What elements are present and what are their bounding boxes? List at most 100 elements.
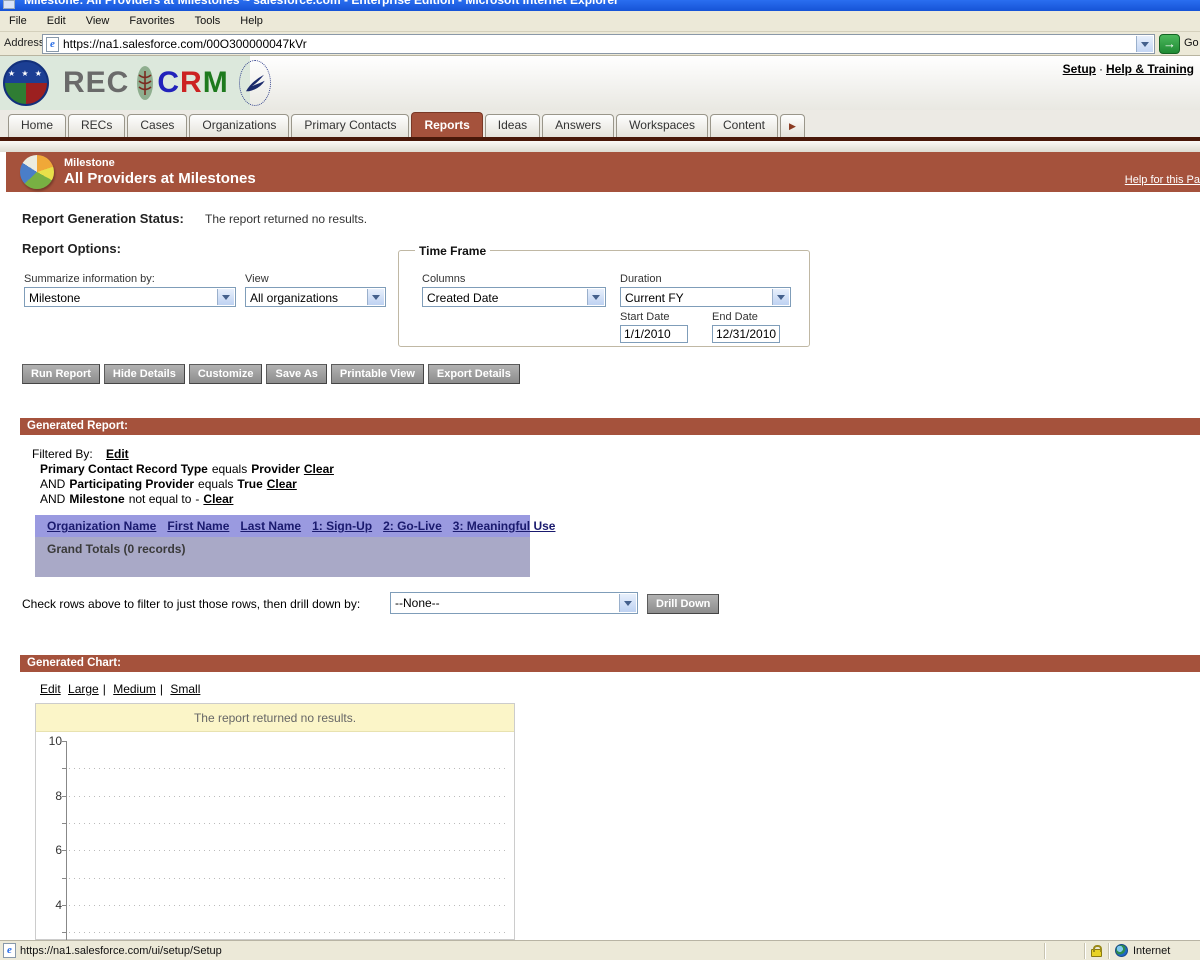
menu-file[interactable]: File <box>0 11 37 31</box>
hide-details-button[interactable]: Hide Details <box>103 364 185 384</box>
address-bar: Address e https://na1.salesforce.com/00O… <box>0 32 1200 56</box>
end-date-field[interactable] <box>712 325 780 343</box>
duration-select[interactable]: Current FY <box>620 287 791 307</box>
tab-home[interactable]: Home <box>8 114 67 137</box>
filter-operator: equals <box>198 477 234 491</box>
report-table-body: Grand Totals (0 records) <box>35 537 530 577</box>
column-organization-name[interactable]: Organization Name <box>47 519 156 533</box>
chart-gridline <box>69 905 509 906</box>
menu-view[interactable]: View <box>76 11 120 31</box>
clear-filter-link[interactable]: Clear <box>267 477 297 491</box>
address-input[interactable]: e https://na1.salesforce.com/00O30000004… <box>42 34 1155 54</box>
window-title: Milestone: All Providers at Milestones ~… <box>24 0 619 7</box>
time-frame-legend: Time Frame <box>415 244 491 258</box>
column-sign-up[interactable]: 1: Sign-Up <box>312 519 372 533</box>
tab-organizations[interactable]: Organizations <box>189 114 290 137</box>
y-tick <box>62 741 66 742</box>
seal-stars: ★ ★ ★ <box>8 69 44 78</box>
report-actions: Run Report Hide Details Customize Save A… <box>22 364 524 384</box>
tab-reports[interactable]: Reports <box>411 112 483 137</box>
help-training-link[interactable]: Help & Training <box>1106 62 1194 76</box>
help-for-page-link[interactable]: Help for this Pa <box>1125 174 1200 186</box>
address-label: Address <box>4 37 45 49</box>
column-last-name[interactable]: Last Name <box>240 519 301 533</box>
view-select[interactable]: All organizations <box>245 287 386 307</box>
y-axis-label-10: 10 <box>48 734 62 748</box>
columns-select[interactable]: Created Date <box>422 287 606 307</box>
filter-value: Provider <box>251 462 300 476</box>
menu-help[interactable]: Help <box>230 11 273 31</box>
start-date-label: Start Date <box>620 311 670 323</box>
tab-primary-contacts[interactable]: Primary Contacts <box>291 114 410 137</box>
chart-small-link[interactable]: Small <box>170 682 200 696</box>
filter-row: Primary Contact Record Type equals Provide… <box>40 462 334 476</box>
drill-down-button[interactable]: Drill Down <box>647 594 720 614</box>
menu-favorites[interactable]: Favorites <box>119 11 184 31</box>
window-titlebar: Milestone: All Providers at Milestones ~… <box>0 0 1200 11</box>
clear-filter-link[interactable]: Clear <box>203 492 233 506</box>
tab-answers[interactable]: Answers <box>542 114 615 137</box>
y-axis-label-4: 4 <box>55 898 62 912</box>
go-button[interactable]: → <box>1159 34 1180 54</box>
chevron-down-icon[interactable] <box>772 289 789 305</box>
edit-filters-link[interactable]: Edit <box>106 447 129 461</box>
menu-edit[interactable]: Edit <box>37 11 76 31</box>
generated-chart-heading: Generated Chart: <box>20 655 1200 672</box>
chart-size-links: Edit Large | Medium | Small <box>40 682 204 696</box>
duration-label: Duration <box>620 273 662 285</box>
printable-view-button[interactable]: Printable View <box>330 364 424 384</box>
grand-totals: Grand Totals (0 records) <box>47 542 186 556</box>
clear-filter-link[interactable]: Clear <box>304 462 334 476</box>
masthead: ★ ★ ★ REC CRM Setup · Help & Training <box>0 56 1200 110</box>
column-first-name[interactable]: First Name <box>167 519 229 533</box>
tab-recs[interactable]: RECs <box>68 114 126 137</box>
separator: | <box>102 682 106 696</box>
column-meaningful-use[interactable]: 3: Meaningful Use <box>453 519 556 533</box>
run-report-button[interactable]: Run Report <box>22 364 100 384</box>
chevron-down-icon[interactable] <box>619 594 636 612</box>
tab-overflow-arrow-icon[interactable]: ▶ <box>780 114 805 137</box>
rec-seal-icon: ★ ★ ★ <box>3 60 49 106</box>
export-details-button[interactable]: Export Details <box>427 364 520 384</box>
separator: | <box>159 682 164 696</box>
save-as-button[interactable]: Save As <box>266 364 327 384</box>
chart-no-results-banner: The report returned no results. <box>36 704 514 732</box>
chevron-down-icon[interactable] <box>587 289 604 305</box>
column-go-live[interactable]: 2: Go-Live <box>383 519 442 533</box>
ie-page-icon: e <box>46 36 59 52</box>
chevron-down-icon[interactable] <box>367 289 384 305</box>
address-dropdown-button[interactable] <box>1136 36 1153 52</box>
chart-medium-link[interactable]: Medium <box>113 682 156 696</box>
chart-gridline <box>69 796 509 797</box>
summarize-select[interactable]: Milestone <box>24 287 236 307</box>
tab-ideas[interactable]: Ideas <box>484 114 541 137</box>
status-pane <box>1044 942 1084 959</box>
filter-row: AND Participating Provider equals True Clear <box>40 477 297 491</box>
start-date-field[interactable] <box>620 325 688 343</box>
chevron-down-icon[interactable] <box>217 289 234 305</box>
tab-workspaces[interactable]: Workspaces <box>616 114 708 137</box>
go-label[interactable]: Go <box>1184 37 1199 49</box>
filter-prefix: AND <box>40 492 66 506</box>
chart-gridline <box>69 768 509 769</box>
address-url: https://na1.salesforce.com/00O300000047k… <box>63 37 307 51</box>
generated-report-heading: Generated Report: <box>20 418 1200 435</box>
tab-cases[interactable]: Cases <box>127 114 188 137</box>
customize-button[interactable]: Customize <box>188 364 263 384</box>
y-axis-label-8: 8 <box>55 789 62 803</box>
tab-content[interactable]: Content <box>709 114 779 137</box>
chart-y-axis <box>66 741 67 941</box>
logo-crm-text: CRM <box>157 66 228 100</box>
drill-down-select[interactable]: --None-- <box>390 592 638 614</box>
duration-value: Current FY <box>625 291 684 305</box>
view-label: View <box>245 273 269 285</box>
global-links: Setup · Help & Training <box>1063 62 1194 76</box>
summarize-label: Summarize information by: <box>24 273 155 285</box>
menu-tools[interactable]: Tools <box>185 11 231 31</box>
chevron-down-icon <box>1141 41 1149 47</box>
setup-link[interactable]: Setup <box>1063 62 1096 76</box>
chart-edit-link[interactable]: Edit <box>40 682 61 696</box>
chart-large-link[interactable]: Large <box>68 682 99 696</box>
filter-field: Primary Contact Record Type <box>40 462 208 476</box>
drill-down-value: --None-- <box>395 596 440 610</box>
